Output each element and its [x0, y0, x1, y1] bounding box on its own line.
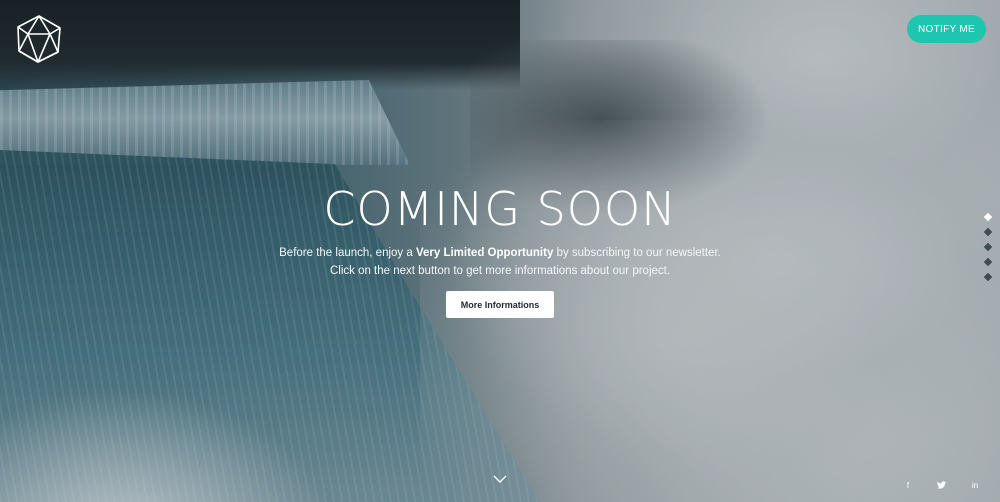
hero-section: COMING SOON Before the launch, enjoy a V…	[0, 180, 1000, 280]
geometric-polyhedron-icon[interactable]	[14, 14, 64, 64]
hero-line-1-highlight: Very Limited Opportunity	[415, 247, 554, 259]
facebook-icon[interactable]: f	[900, 478, 916, 492]
slide-dot-4[interactable]	[983, 257, 993, 267]
slide-navigation	[982, 212, 994, 289]
hero-line-1-start: Before the launch, enjoy a	[279, 247, 413, 259]
coming-soon-page: NOTIFY ME COMING SOON Before the launch,…	[0, 0, 1000, 502]
hero-line-1-end: by subscribing to our newsletter.	[556, 247, 721, 259]
slide-dot-3[interactable]	[983, 242, 993, 252]
twitter-bird-icon[interactable]	[933, 478, 949, 492]
notify-me-button[interactable]: NOTIFY ME	[907, 15, 986, 43]
slide-dot-2[interactable]	[983, 227, 993, 237]
more-informations-button[interactable]: More Informations	[446, 291, 554, 318]
linkedin-icon[interactable]: in	[967, 478, 983, 492]
slide-dot-5[interactable]	[983, 272, 993, 282]
page-title: COMING SOON	[323, 182, 677, 236]
hero-line-2: Click on the next button to get more inf…	[329, 265, 671, 277]
hero-description: Before the launch, enjoy a Very Limited …	[0, 244, 1000, 280]
chevron-down-icon[interactable]	[492, 472, 508, 484]
hero-line-1: Before the launch, enjoy a Very Limited …	[0, 244, 1000, 262]
slide-dot-1[interactable]	[983, 212, 993, 222]
